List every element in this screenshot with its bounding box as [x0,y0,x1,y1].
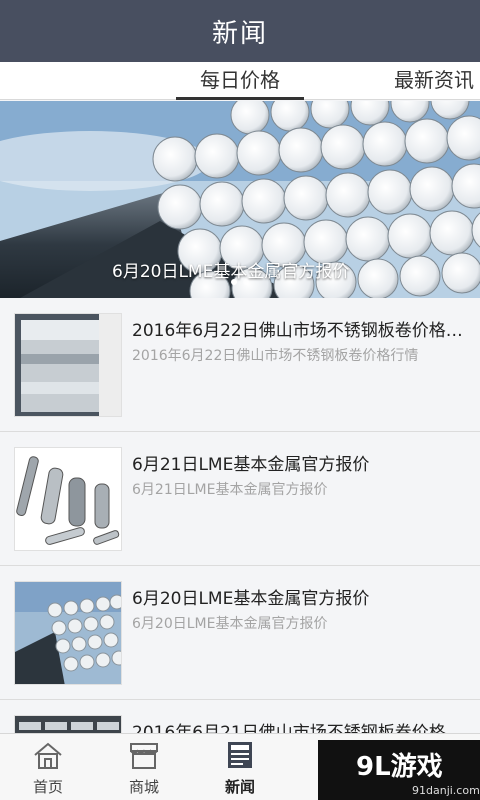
steel-rod-end [152,136,198,182]
steel-rod-end [157,184,203,230]
steel-rod-end [320,124,366,170]
steel-rod-end [194,133,240,179]
news-item[interactable]: 6月21日LME基本金属官方报价 6月21日LME基本金属官方报价 [0,432,480,566]
steel-rod-end [409,166,455,212]
carousel-indicator [0,279,480,285]
tab-latest-news[interactable]: 最新资讯 [394,62,480,100]
steel-coil-thumbnail [14,313,122,417]
nav-shop-label: 商城 [128,778,159,796]
steel-rod-end [404,118,450,164]
steel-rod-end [399,255,441,297]
watermark-logo: 9L游戏 [356,752,443,782]
news-title: 6月21日LME基本金属官方报价 [132,455,370,475]
tab-daily-price[interactable]: 每日价格 [176,62,304,100]
tab-bar: 每日价格 最新资讯 [0,62,480,100]
carousel-dot [231,279,237,285]
page-title: 新闻 [211,18,268,49]
news-list: 2016年6月22日佛山市场不锈钢板卷价格行情 2016年6月22日佛山市场不锈… [0,298,480,800]
banner-carousel[interactable]: 6月20日LME基本金属官方报价 [0,101,480,298]
nav-home-label: 首页 [32,778,63,796]
watermark-url: 91danji.com [412,784,480,797]
news-subtitle: 6月21日LME基本金属官方报价 [132,482,328,498]
news-title: 6月20日LME基本金属官方报价 [132,589,370,609]
steel-rod-end [199,181,245,227]
steel-rod-end [387,213,433,259]
news-subtitle: 2016年6月22日佛山市场不锈钢板卷价格行情 [132,348,419,364]
nav-news[interactable]: 新闻 [192,734,288,800]
news-subtitle: 6月20日LME基本金属官方报价 [132,616,328,632]
steel-rod-end [362,121,408,167]
steel-rod-end [236,130,282,176]
steel-rod-end [429,210,475,256]
carousel-dot [243,279,249,285]
app-root: 新闻 每日价格 最新资讯 6月20日LME基本金属官方报价 2016年6月22日… [0,0,480,800]
news-icon [228,742,252,768]
steel-rod-end [345,216,391,262]
steel-tubes-thumbnail [14,447,122,551]
nav-home[interactable]: 首页 [0,734,96,800]
nav-news-label: 新闻 [224,778,255,796]
steel-rod-end [283,175,329,221]
steel-rod-end [325,172,371,218]
top-bar: 新闻 [0,0,480,62]
steel-rod-end [230,101,270,135]
news-item[interactable]: 6月20日LME基本金属官方报价 6月20日LME基本金属官方报价 [0,566,480,700]
nav-shop[interactable]: 商城 [96,734,192,800]
steel-rod-end [278,127,324,173]
news-item[interactable]: 2016年6月22日佛山市场不锈钢板卷价格行情 2016年6月22日佛山市场不锈… [0,298,480,432]
steel-rod-end [241,178,287,224]
shop-icon [130,743,158,769]
news-title: 2016年6月22日佛山市场不锈钢板卷价格行情 [132,321,470,341]
steel-rod-end [441,252,480,294]
steel-bars-thumbnail [14,581,122,685]
site-watermark: 9L游戏 91danji.com [318,740,480,800]
steel-rod-end [367,169,413,215]
home-icon [34,742,62,769]
